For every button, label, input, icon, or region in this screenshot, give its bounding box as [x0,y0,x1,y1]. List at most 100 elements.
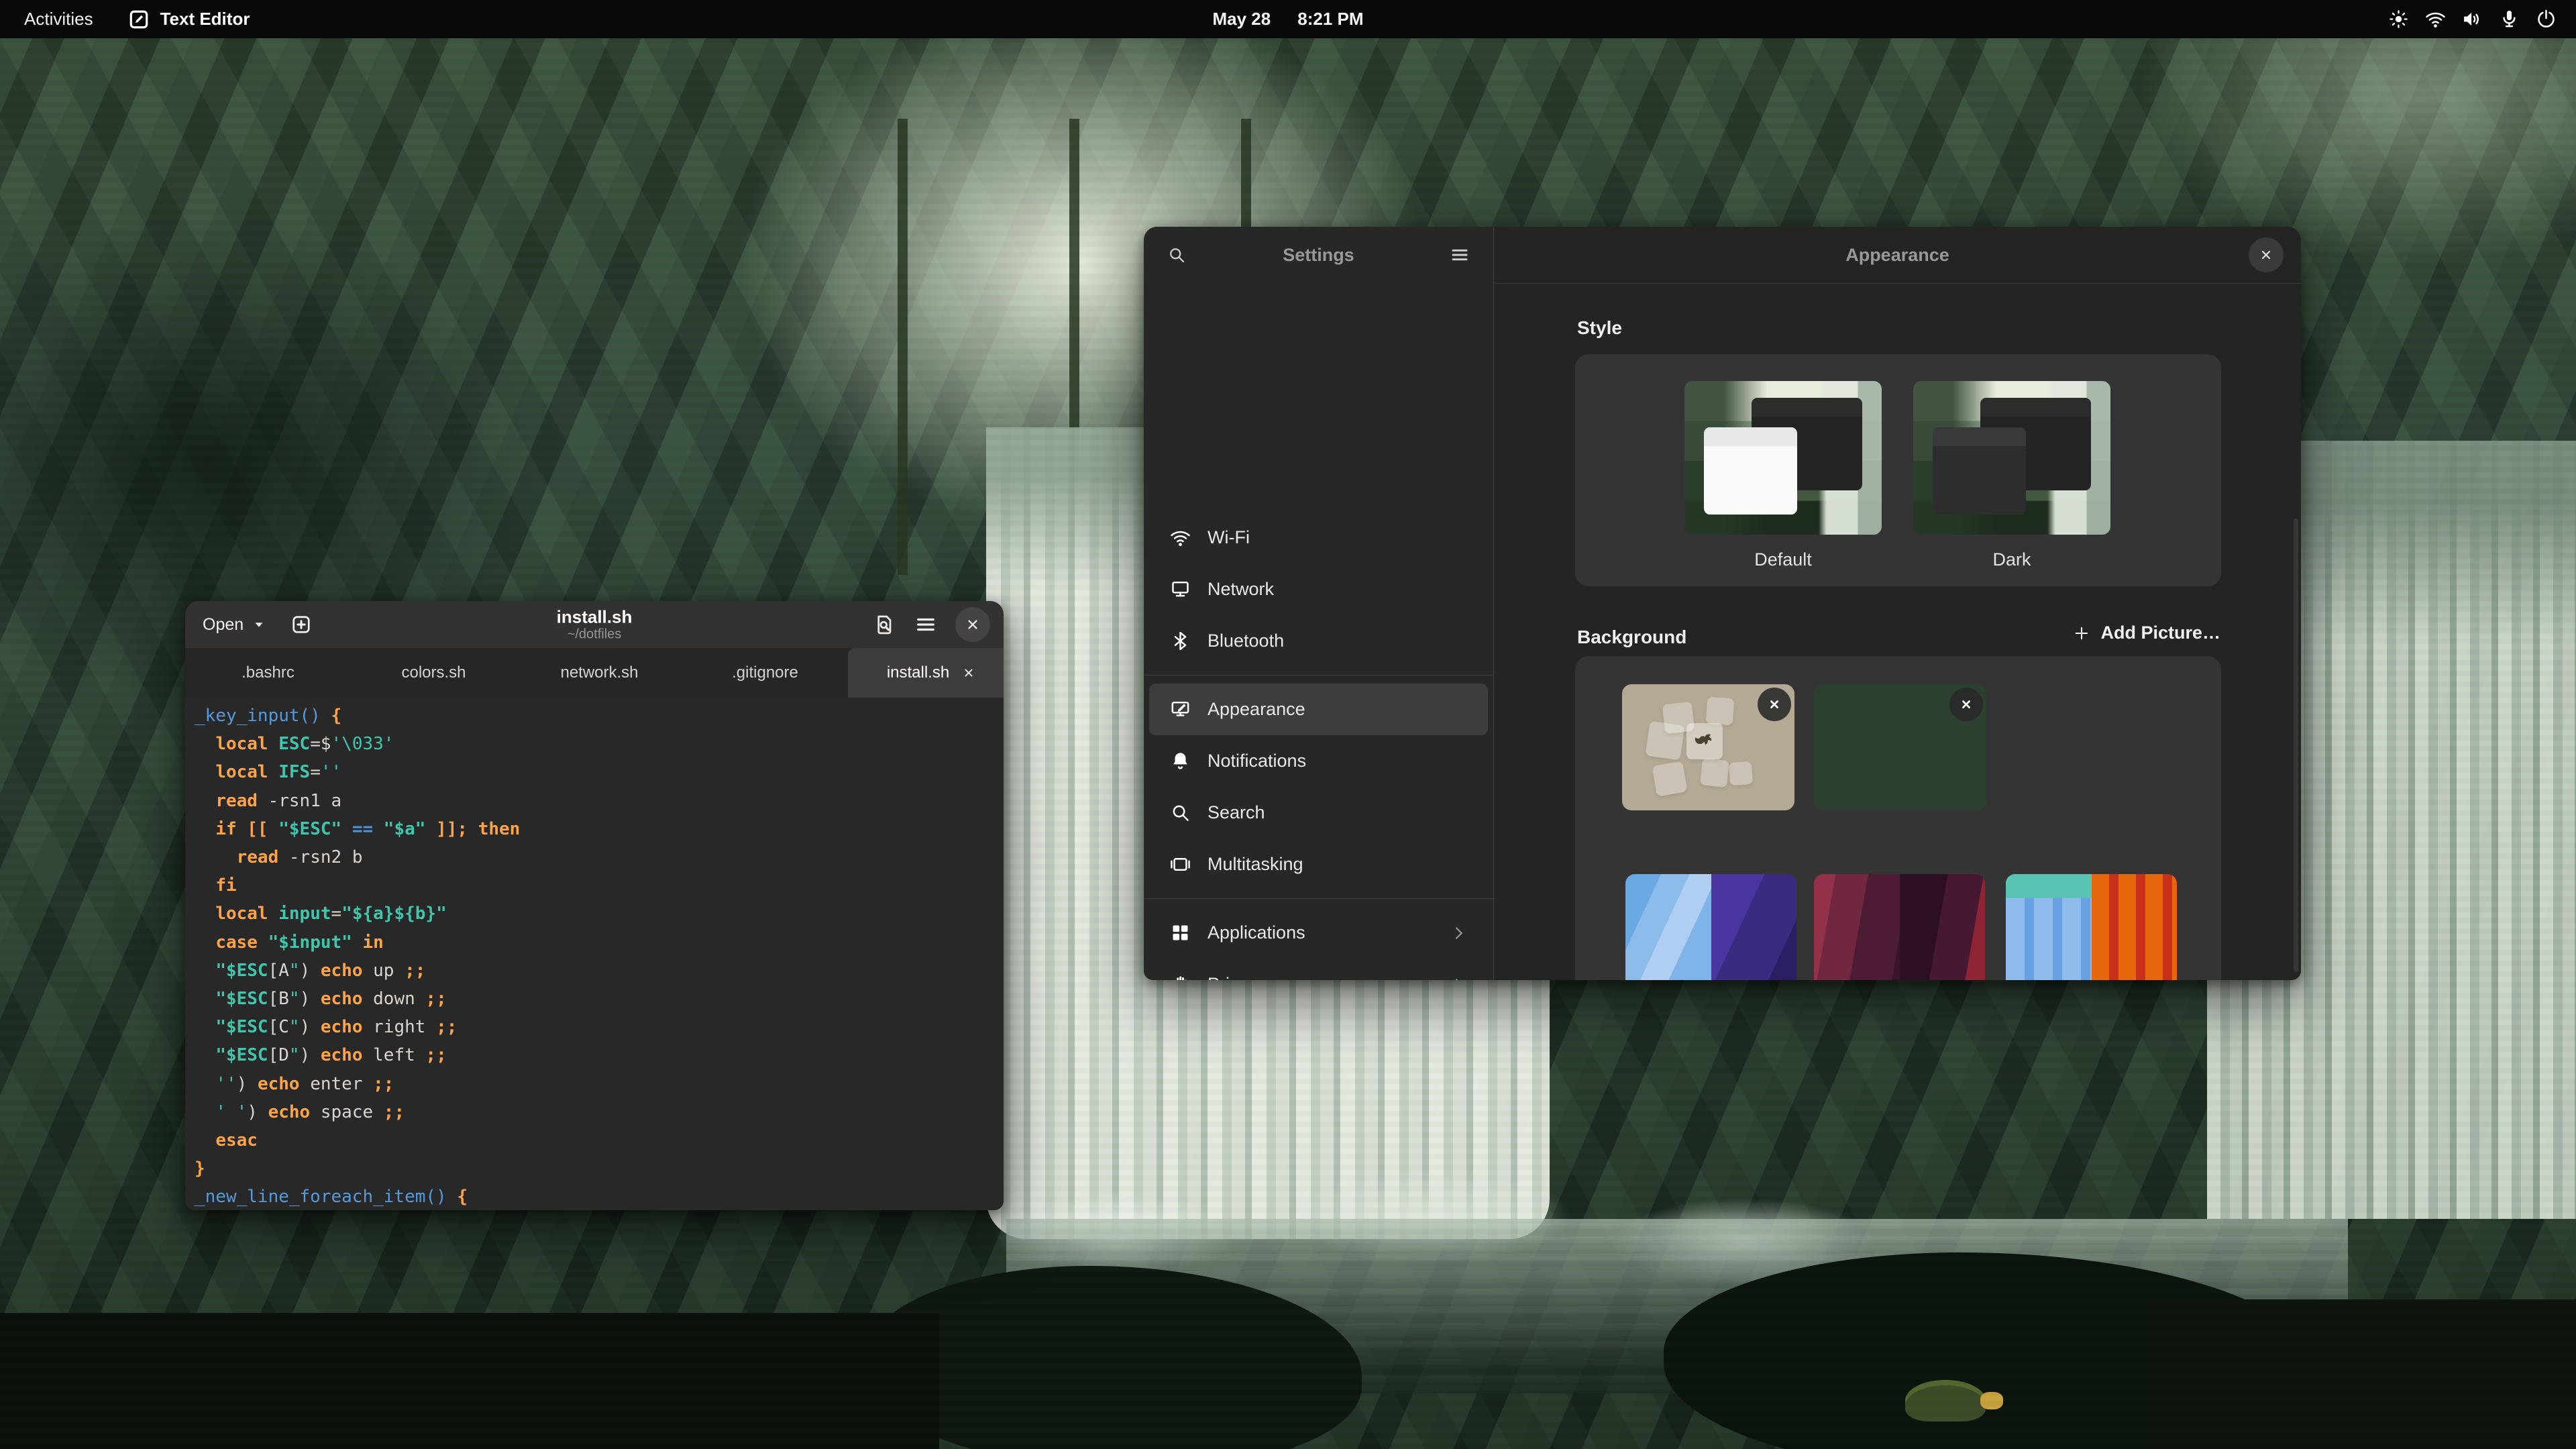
multitasking-icon [1169,853,1191,875]
sidebar-item-wi-fi[interactable]: Wi-Fi [1149,512,1488,564]
applications-icon [1169,922,1191,944]
search-icon[interactable] [1167,245,1187,265]
sidebar-item-label: Wi-Fi [1208,527,1468,548]
wallpaper-thumb-blue-orange-drips[interactable] [2006,874,2177,980]
wallpaper-thumb-forest-waterfall[interactable] [1814,684,1986,810]
code-line: read -rsn1 a [195,787,1004,815]
bluetooth-icon [1169,630,1191,652]
caret-down-icon [252,617,266,632]
sidebar-item-applications[interactable]: Applications [1149,907,1488,959]
code-line: esac [195,1126,1004,1155]
doc-search-icon[interactable] [872,612,896,637]
sidebar-item-multitasking[interactable]: Multitasking [1149,839,1488,890]
sidebar-item-privacy[interactable]: Privacy [1149,959,1488,980]
menu-icon[interactable] [1449,244,1470,266]
tab-.bashrc[interactable]: .bashrc [185,648,351,698]
add-picture-label: Add Picture… [2100,623,2220,643]
microphone-icon[interactable] [2498,8,2520,30]
tab-bar: .bashrccolors.shnetwork.sh .gitignore inst… [185,648,1004,698]
clock-date: May 28 [1213,9,1271,30]
close-settings-button[interactable] [2249,237,2284,272]
new-tab-button[interactable] [289,612,313,637]
panel-scrollbar[interactable] [2294,519,2298,972]
wifi-icon[interactable] [2424,8,2447,30]
sidebar-item-network[interactable]: Network [1149,564,1488,615]
close-icon [964,616,981,633]
sidebar-item-notifications[interactable]: Notifications [1149,735,1488,787]
volume-icon[interactable] [2461,8,2483,30]
sidebar-item-appearance[interactable]: Appearance [1149,684,1488,735]
activities-button[interactable]: Activities [24,9,93,30]
code-line: "$ESC[B") echo down ;; [195,985,1004,1013]
sidebar-item-search[interactable]: Search [1149,787,1488,839]
preview-front-window-dark [1933,427,2025,515]
code-line: "$ESC[C") echo right ;; [195,1013,1004,1041]
window-title: install.sh ~/dotfiles [557,608,633,642]
background-card [1575,656,2221,980]
menu-icon[interactable] [914,612,938,637]
code-line: "$ESC[D") echo left ;; [195,1041,1004,1069]
brightness-icon[interactable] [2387,8,2410,30]
page-title: Appearance [1845,245,1949,266]
settings-sidebar-list: Wi-Fi Network Bluetooth Appearance Notificat… [1144,512,1493,980]
style-preview-default [1684,381,1882,535]
appearance-panel: Appearance Style Default [1494,227,2301,980]
wallpaper-thumb-beige-tiles[interactable] [1622,684,1794,810]
sidebar-item-label: Multitasking [1208,854,1468,875]
bell-icon [1169,750,1191,772]
style-option-default[interactable]: Default [1684,381,1882,570]
tab-.gitignore[interactable]: .gitignore [682,648,848,698]
wifi-icon [1169,527,1191,549]
wallpaper-thumb-blue-geometric[interactable] [1625,874,1796,980]
top-bar: Activities Text Editor May 28 8:21 PM [0,0,2576,38]
code-line: "$ESC[A") echo up ;; [195,957,1004,985]
style-option-dark[interactable]: Dark [1913,381,2110,570]
sidebar-item-label: Network [1208,579,1468,600]
remove-wallpaper-button[interactable] [1758,688,1791,721]
background-section-label: Background [1577,627,1686,648]
close-window-button[interactable] [955,607,990,642]
settings-window-title: Settings [1283,245,1354,266]
sidebar-divider [1144,898,1493,899]
sidebar-item-bluetooth[interactable]: Bluetooth [1149,615,1488,667]
style-option-label: Dark [1913,549,2110,570]
tab-network.sh[interactable]: network.sh [517,648,682,698]
clock-button[interactable]: May 28 8:21 PM [1213,9,1364,30]
code-editor[interactable]: _key_input() { local ESC=$'\033' local I… [185,698,1004,1210]
close-icon [1959,697,1974,712]
code-line: _new_line_foreach_item() { [195,1183,1004,1210]
tab-label: install.sh [887,663,949,682]
network-icon [1169,578,1191,600]
text-editor-headerbar: Open install.sh ~/dotfiles [185,601,1004,648]
settings-sidebar-header: Settings [1144,227,1493,283]
chevron-right-icon [1449,975,1468,981]
close-icon [1767,697,1782,712]
wallpaper-thumb-dark-red-waves[interactable] [1814,874,1985,980]
settings-sidebar: Settings Wi-Fi Network Bluetooth Appearance… [1144,227,1494,980]
close-icon [2258,247,2274,263]
power-icon[interactable] [2535,8,2557,30]
preview-front-window-light [1704,427,1796,515]
sidebar-item-label: Appearance [1208,699,1468,720]
add-picture-button[interactable]: Add Picture… [2072,623,2220,643]
system-status-area[interactable] [2387,0,2557,38]
code-line: fi [195,871,1004,900]
chevron-right-icon [1449,924,1468,943]
tab-install.sh[interactable]: install.sh [848,648,1004,698]
code-line: '') echo enter ;; [195,1070,1004,1098]
code-line: case "$input" in [195,928,1004,957]
code-line: } [195,1155,1004,1183]
tab-label: .gitignore [732,663,798,682]
text-editor-window: Open install.sh ~/dotfiles .bashrccolors… [185,601,1004,1210]
open-document-button[interactable]: Open [203,615,266,635]
tab-colors.sh[interactable]: colors.sh [351,648,517,698]
style-section-label: Style [1577,317,1622,339]
remove-wallpaper-button[interactable] [1949,688,1983,721]
privacy-icon [1169,973,1191,980]
style-option-label: Default [1684,549,1882,570]
code-line: local ESC=$'\033' [195,730,1004,758]
style-card: Default Dark [1575,354,2221,586]
tab-close-icon[interactable] [961,665,976,680]
sidebar-item-label: Applications [1208,922,1433,943]
focused-app-button[interactable]: Text Editor [128,9,250,30]
